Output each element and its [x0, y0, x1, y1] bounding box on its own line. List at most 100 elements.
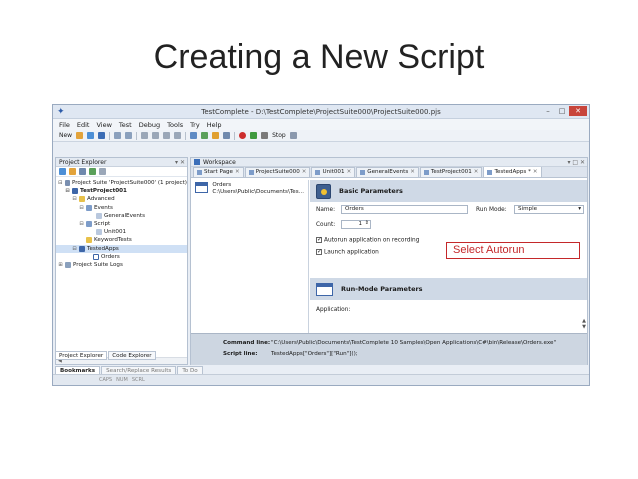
tree-item-testedapps[interactable]: ⊟ TestedApps [56, 244, 187, 253]
event-file-icon [96, 212, 102, 219]
count-stepper[interactable]: 1 ⇕ [341, 220, 371, 229]
save-icon[interactable] [98, 132, 106, 139]
options-icon[interactable] [223, 132, 231, 139]
caps-indicator: CAPS [99, 377, 113, 383]
tree-item-label: GeneralEvents [104, 212, 145, 219]
tree-item-label: Project Suite Logs [73, 261, 123, 268]
collapse-icon[interactable]: ⊟ [58, 179, 63, 187]
count-value: 1 [358, 221, 362, 227]
menu-view[interactable]: View [96, 121, 111, 129]
object-spy-icon[interactable] [212, 132, 220, 139]
add-test-icon[interactable] [201, 132, 209, 139]
tree-item-script[interactable]: ⊟ Script [56, 220, 187, 228]
delete-icon[interactable] [174, 132, 182, 139]
close-tab-icon[interactable]: ✕ [474, 168, 479, 177]
count-label: Count: [316, 222, 336, 228]
open-icon[interactable] [87, 132, 95, 139]
menu-file[interactable]: File [59, 121, 70, 129]
tab-generalevents[interactable]: GeneralEvents ✕ [356, 167, 419, 177]
minimize-button[interactable]: – [541, 106, 555, 116]
close-tab-icon[interactable]: ✕ [347, 168, 352, 177]
close-button[interactable]: ✕ [569, 106, 587, 116]
close-tab-icon[interactable]: ✕ [533, 168, 538, 177]
undo-icon[interactable] [114, 132, 122, 139]
tree-item-generalevents[interactable]: GeneralEvents [56, 212, 187, 220]
tab-code-explorer[interactable]: Code Explorer [108, 351, 156, 360]
command-line-value: "C:\Users\Public\Documents\TestComplete … [271, 340, 557, 346]
project-suite-icon [64, 180, 70, 187]
add-icon[interactable] [59, 168, 66, 175]
collapse-icon[interactable]: ⊟ [65, 187, 70, 195]
stop-icon[interactable] [261, 132, 269, 139]
run-mode-label: Run Mode: [476, 207, 507, 213]
panel-pin-icons[interactable]: ▾ ✕ [175, 158, 185, 167]
record-icon[interactable] [239, 132, 247, 139]
tree-item-project-suite[interactable]: ⊟ Project Suite 'ProjectSuite000' (1 pro… [56, 179, 187, 187]
tree-item-events[interactable]: ⊟ Events [56, 204, 187, 212]
command-line-label: Command line: [223, 340, 271, 346]
menu-bar: File Edit View Test Debug Tools Try Help [53, 119, 589, 130]
tab-testproject001[interactable]: TestProject001 ✕ [419, 167, 483, 177]
copy-icon[interactable] [152, 132, 160, 139]
collapse-icon[interactable]: ⊟ [79, 204, 84, 212]
tree-item-advanced[interactable]: ⊟ Advanced [56, 195, 187, 203]
tree-item-unit001[interactable]: Unit001 [56, 228, 187, 236]
tree-item-label: KeywordTests [94, 237, 132, 244]
tree-item-testproject001[interactable]: ⊟ TestProject001 [56, 187, 187, 195]
folder-icon [79, 196, 85, 203]
tree-item-orders[interactable]: Orders [56, 253, 187, 261]
workspace-pin-icons[interactable]: ▾ □ ✕ [567, 158, 585, 167]
run-icon[interactable] [250, 132, 258, 139]
collapse-icon[interactable]: ⊟ [79, 220, 84, 228]
stop-button[interactable]: Stop [272, 132, 286, 139]
toolbar-divider [136, 131, 138, 140]
tree-item-keywordtests[interactable]: KeywordTests [56, 236, 187, 244]
menu-test[interactable]: Test [119, 121, 132, 129]
script-icon [86, 221, 92, 228]
tab-testedapps[interactable]: TestedApps * ✕ [483, 166, 542, 177]
document-tabs: Start Page ✕ ProjectSuite000 ✕ Unit001 ✕… [191, 166, 587, 178]
pause-icon[interactable] [289, 132, 297, 139]
new-button[interactable]: New [59, 132, 72, 139]
tree-item-project-suite-logs[interactable]: ⊞ Project Suite Logs [56, 261, 187, 269]
expand-icon[interactable]: ⊞ [58, 261, 63, 269]
launch-checkbox[interactable]: Launch application [316, 248, 379, 256]
tab-start-page[interactable]: Start Page ✕ [193, 167, 244, 177]
menu-tools[interactable]: Tools [167, 121, 183, 129]
toolbar-divider [185, 131, 187, 140]
tab-unit001[interactable]: Unit001 ✕ [311, 167, 356, 177]
tab-projectsuite000[interactable]: ProjectSuite000 ✕ [244, 167, 311, 177]
menu-try[interactable]: Try [190, 121, 200, 129]
tree-item-label: Project Suite 'ProjectSuite000' (1 proje… [71, 180, 187, 186]
close-tab-icon[interactable]: ✕ [302, 168, 307, 177]
cut-icon[interactable] [141, 132, 149, 139]
menu-edit[interactable]: Edit [77, 121, 90, 129]
menu-debug[interactable]: Debug [139, 121, 160, 129]
run-mode-select[interactable]: Simple ▾ [514, 205, 584, 214]
app-path: C:\Users\Public\Documents\Tes... [212, 188, 304, 195]
folder-icon[interactable] [69, 168, 76, 175]
close-tab-icon[interactable]: ✕ [410, 168, 415, 177]
application-row: Application: [310, 305, 587, 318]
name-field[interactable]: Orders [341, 205, 468, 214]
vertical-scrollbar[interactable]: ▲ ▼ [582, 318, 586, 330]
menu-help[interactable]: Help [207, 121, 222, 129]
maximize-button[interactable]: □ [555, 106, 569, 116]
main-toolbar: New Stop [53, 130, 589, 142]
spinner-icon[interactable]: ⇕ [365, 220, 369, 227]
collapse-icon[interactable]: ⊟ [72, 195, 77, 203]
redo-icon[interactable] [125, 132, 133, 139]
autorun-checkbox[interactable]: Autorun application on recording [316, 236, 419, 244]
paste-icon[interactable] [163, 132, 171, 139]
collapse-icon[interactable]: ⊟ [72, 245, 77, 253]
run-project-icon[interactable] [89, 168, 96, 175]
tab-project-explorer[interactable]: Project Explorer [55, 351, 108, 360]
project-icon [423, 170, 429, 175]
close-tab-icon[interactable]: ✕ [235, 168, 240, 177]
list-item[interactable]: Orders C:\Users\Public\Documents\Tes... [191, 180, 308, 197]
properties-icon[interactable] [79, 168, 86, 175]
add-item-icon[interactable] [76, 132, 84, 139]
filter-icon[interactable] [99, 168, 106, 175]
window-title: TestComplete - D:\TestComplete\ProjectSu… [201, 108, 441, 116]
find-icon[interactable] [190, 132, 198, 139]
